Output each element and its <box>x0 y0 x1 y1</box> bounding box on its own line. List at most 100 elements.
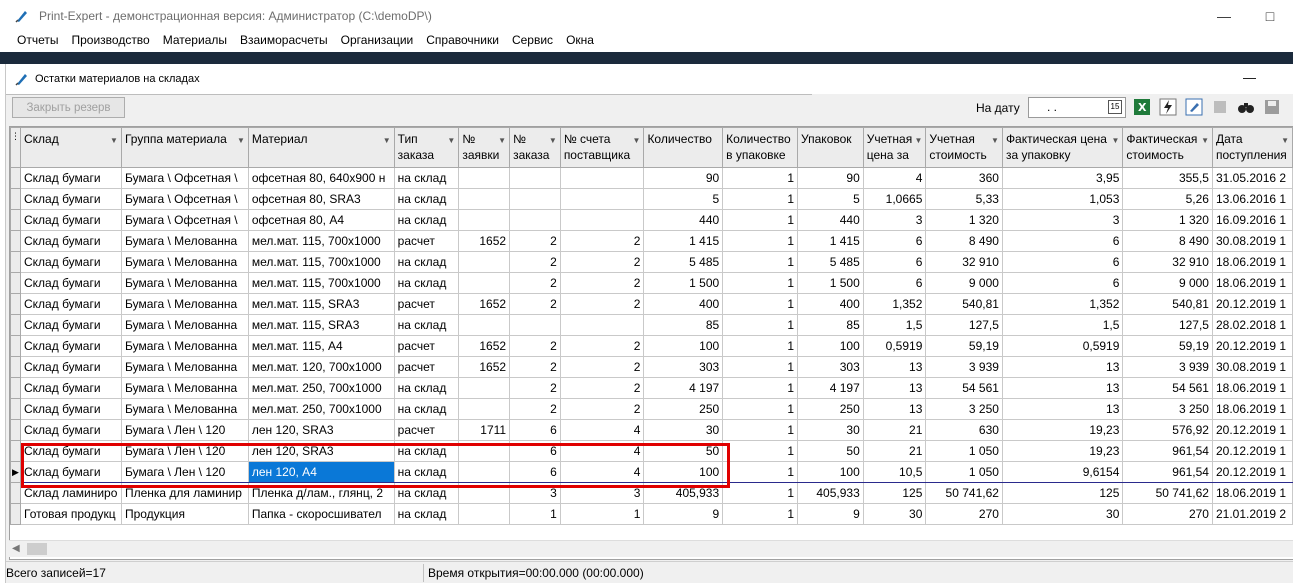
table-cell[interactable]: 21 <box>862 419 927 441</box>
table-row[interactable]: Склад бумаги Бумага \ Офсетная \ офсетная … <box>10 188 1293 210</box>
table-cell[interactable]: 2 <box>559 230 645 252</box>
table-cell[interactable]: 1 <box>722 419 799 441</box>
table-cell[interactable]: 4 197 <box>643 377 724 399</box>
table-cell[interactable]: 4 <box>559 440 645 462</box>
table-cell[interactable]: Бумага \ Лен \ 120 <box>120 419 249 441</box>
table-cell[interactable]: 6 <box>862 272 927 294</box>
table-cell[interactable]: 32 910 <box>925 251 1003 273</box>
table-cell[interactable]: 1 500 <box>643 272 724 294</box>
table-cell[interactable]: 3 <box>862 209 927 231</box>
row-indicator[interactable] <box>10 503 21 525</box>
table-cell[interactable]: 1 <box>509 503 561 525</box>
table-row[interactable]: Склад бумаги Бумага \ Мелованна мел.мат. 2… <box>10 398 1293 420</box>
table-cell[interactable]: 2 <box>509 356 561 378</box>
table-cell[interactable]: 1,352 <box>1001 293 1124 315</box>
table-cell[interactable]: 31.05.2016 2 <box>1211 167 1293 189</box>
table-cell[interactable]: 1652 <box>458 335 511 357</box>
table-cell[interactable] <box>509 209 561 231</box>
table-cell[interactable]: Склад бумаги <box>20 272 122 294</box>
table-cell[interactable] <box>509 314 561 336</box>
table-cell[interactable]: 2 <box>509 251 561 273</box>
table-cell[interactable]: 59,19 <box>1122 335 1213 357</box>
row-indicator[interactable] <box>10 188 21 210</box>
table-cell[interactable] <box>458 377 511 399</box>
col-supplier-invoice[interactable]: № счета поставщика ▼ <box>559 127 645 168</box>
table-cell[interactable]: 9 <box>797 503 864 525</box>
table-cell[interactable]: 1,053 <box>1001 188 1124 210</box>
table-cell[interactable]: 961,54 <box>1122 440 1213 462</box>
table-cell[interactable]: 4 <box>559 461 645 483</box>
table-cell[interactable]: 18.06.2019 1 <box>1211 251 1293 273</box>
table-cell[interactable]: 0,5919 <box>1001 335 1124 357</box>
table-cell[interactable]: 1 050 <box>925 440 1003 462</box>
table-cell[interactable]: лен 120, SRA3 <box>247 419 395 441</box>
table-cell[interactable]: Бумага \ Офсетная \ <box>120 167 249 189</box>
table-cell[interactable]: мел.мат. 120, 700х1000 <box>247 356 395 378</box>
table-cell[interactable]: 3 <box>1001 209 1124 231</box>
table-cell[interactable]: 270 <box>925 503 1003 525</box>
row-indicator[interactable] <box>10 209 21 231</box>
table-cell[interactable]: 1,5 <box>862 314 927 336</box>
row-indicator[interactable] <box>10 314 21 336</box>
table-cell[interactable]: Склад бумаги <box>20 377 122 399</box>
row-indicator[interactable] <box>10 251 21 273</box>
row-indicator[interactable] <box>10 419 21 441</box>
table-cell[interactable] <box>559 209 645 231</box>
table-cell[interactable]: 1 <box>722 503 799 525</box>
table-cell[interactable]: Бумага \ Мелованна <box>120 272 249 294</box>
menu-reports[interactable]: Отчеты <box>10 33 64 47</box>
table-cell[interactable]: 3 250 <box>925 398 1003 420</box>
col-material-group[interactable]: Группа материала ▼ <box>120 127 249 168</box>
table-cell[interactable]: Пленка д/лам., глянц, 2 <box>247 482 395 504</box>
table-cell[interactable]: 540,81 <box>1122 293 1213 315</box>
table-cell[interactable]: 4 197 <box>797 377 864 399</box>
table-cell[interactable]: 9 000 <box>1122 272 1213 294</box>
menu-materials[interactable]: Материалы <box>156 33 233 47</box>
table-cell[interactable]: на склад <box>393 251 460 273</box>
table-cell[interactable]: 3 939 <box>1122 356 1213 378</box>
table-cell[interactable] <box>458 440 511 462</box>
col-actual-pack-price[interactable]: Фактическая цена за упаковку ▼ <box>1001 127 1124 168</box>
table-cell[interactable]: 400 <box>643 293 724 315</box>
table-cell[interactable]: 1,352 <box>862 293 927 315</box>
row-indicator[interactable] <box>10 293 21 315</box>
table-cell[interactable]: 576,92 <box>1122 419 1213 441</box>
table-cell[interactable]: 85 <box>643 314 724 336</box>
table-cell[interactable]: Склад ламиниро <box>20 482 122 504</box>
table-cell[interactable]: 13 <box>1001 398 1124 420</box>
table-cell[interactable]: 1 <box>722 398 799 420</box>
table-cell[interactable]: 5,26 <box>1122 188 1213 210</box>
table-cell[interactable]: 1 <box>722 356 799 378</box>
table-cell[interactable]: Пленка для ламинир <box>120 482 249 504</box>
table-cell[interactable]: 4 <box>862 167 927 189</box>
col-actual-cost[interactable]: Фактическая стоимость ▼ <box>1122 127 1213 168</box>
table-cell[interactable]: 1 <box>722 272 799 294</box>
table-cell[interactable]: 127,5 <box>1122 314 1213 336</box>
table-cell[interactable]: 5 485 <box>643 251 724 273</box>
table-cell[interactable]: Бумага \ Мелованна <box>120 230 249 252</box>
table-cell[interactable]: 125 <box>862 482 927 504</box>
table-cell[interactable]: на склад <box>393 398 460 420</box>
table-cell[interactable]: 3 <box>559 482 645 504</box>
table-cell[interactable]: расчет <box>393 419 460 441</box>
table-cell[interactable]: мел.мат. 115, SRA3 <box>247 314 395 336</box>
table-cell[interactable]: 19,23 <box>1001 419 1124 441</box>
table-cell[interactable]: 6 <box>862 230 927 252</box>
maximize-button[interactable]: □ <box>1247 0 1293 31</box>
table-cell[interactable]: Склад бумаги <box>20 314 122 336</box>
table-cell[interactable]: 1 <box>722 251 799 273</box>
table-cell[interactable]: Бумага \ Мелованна <box>120 293 249 315</box>
scroll-left-icon[interactable]: ◀ <box>12 543 20 554</box>
col-receipt-date[interactable]: Дата поступления ▼ <box>1211 127 1293 168</box>
table-cell[interactable]: 5 <box>643 188 724 210</box>
col-packs[interactable]: Упаковок <box>797 127 864 168</box>
table-cell[interactable]: 30 <box>643 419 724 441</box>
table-cell[interactable]: 50 <box>797 440 864 462</box>
table-cell[interactable] <box>559 167 645 189</box>
table-cell[interactable]: 9 000 <box>925 272 1003 294</box>
table-cell[interactable]: 440 <box>643 209 724 231</box>
table-cell[interactable] <box>458 167 511 189</box>
table-cell[interactable]: 8 490 <box>925 230 1003 252</box>
table-cell[interactable]: 6 <box>509 440 561 462</box>
table-cell[interactable]: 1 <box>722 167 799 189</box>
